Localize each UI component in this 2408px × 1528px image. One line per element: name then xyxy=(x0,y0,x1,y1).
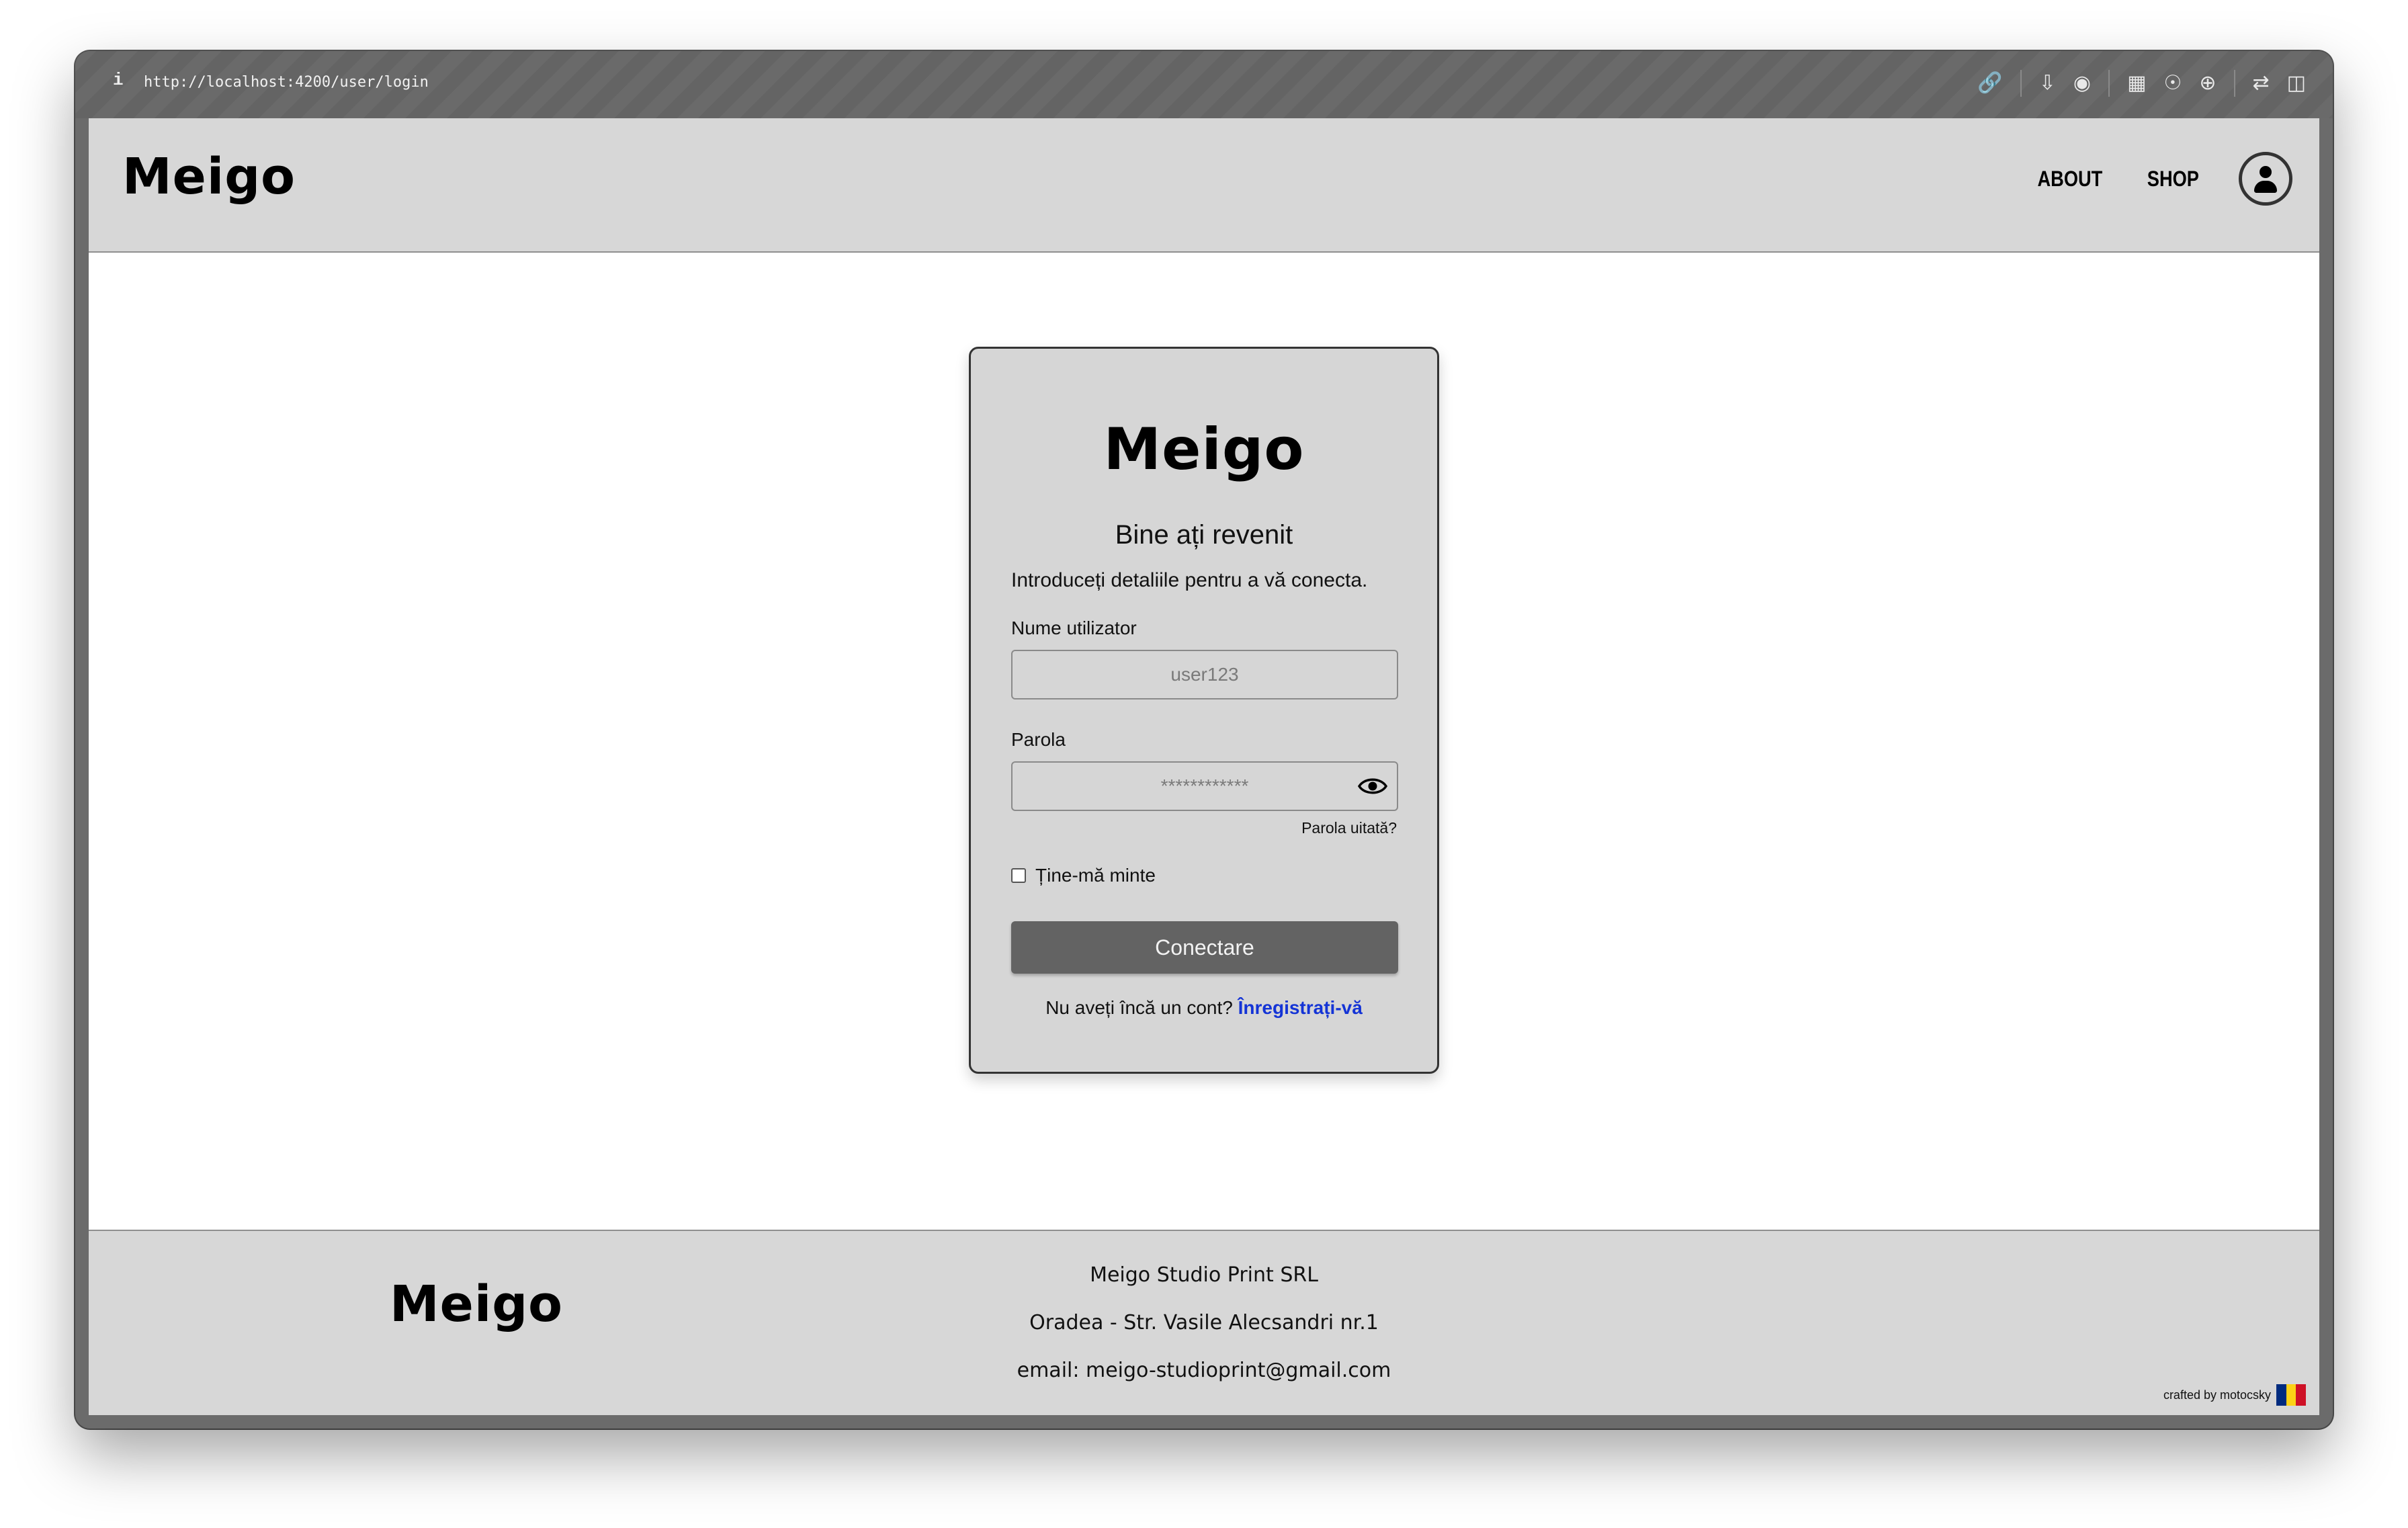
sidebar-icon[interactable]: ◫ xyxy=(2287,69,2306,98)
header-logo[interactable]: Meigo xyxy=(122,148,296,206)
signup-link[interactable]: Înregistrați-vă xyxy=(1238,997,1363,1018)
avatar-body xyxy=(2254,181,2277,193)
flag-stripe-red xyxy=(2296,1384,2307,1406)
footer-email: email: meigo-studioprint@gmail.com xyxy=(1017,1359,1391,1382)
signup-prompt: Nu aveți încă un cont? xyxy=(1045,997,1233,1018)
password-input[interactable] xyxy=(1011,761,1398,811)
extensions-icon[interactable]: ⇄ xyxy=(2253,69,2270,98)
remember-me: Ține-mă minte xyxy=(1011,865,1156,886)
main-nav: ABOUT SHOP xyxy=(2032,152,2292,206)
footer-address: Oradea - Str. Vasile Alecsandri nr.1 xyxy=(1029,1311,1379,1334)
terminal-icon[interactable]: ▦ xyxy=(2127,69,2146,98)
address-bar[interactable]: http://localhost:4200/user/login xyxy=(144,74,429,91)
forgot-password-link[interactable]: Parola uitată? xyxy=(1301,819,1397,837)
nav-about-link[interactable]: ABOUT xyxy=(2037,167,2102,192)
camera-icon[interactable]: ◉ xyxy=(2073,69,2091,98)
card-logo: Meigo xyxy=(1103,416,1305,483)
toolbar-divider xyxy=(2233,70,2235,97)
signup-row: Nu aveți încă un cont? Înregistrați-vă xyxy=(971,997,1437,1019)
romania-flag-icon xyxy=(2276,1384,2307,1406)
footer-contact: Meigo Studio Print SRL Oradea - Str. Vas… xyxy=(89,1263,2319,1406)
username-input[interactable] xyxy=(1011,650,1398,699)
download-icon[interactable]: ⇩ xyxy=(2039,69,2056,98)
flag-stripe-yellow xyxy=(2286,1384,2296,1406)
flag-stripe-blue xyxy=(2276,1384,2286,1406)
browser-tools: 🔗 ⇩ ◉ ▦ ☉ ⊕ ⇄ ◫ xyxy=(1977,69,2306,98)
toolbar-divider xyxy=(2108,70,2110,97)
remember-checkbox[interactable] xyxy=(1011,868,1026,883)
eye-icon[interactable] xyxy=(1358,773,1387,799)
page-viewport: Meigo ABOUT SHOP Meigo Bine ați revenit … xyxy=(89,118,2319,1415)
crosshair-icon[interactable]: ⊕ xyxy=(2199,69,2216,98)
remember-label[interactable]: Ține-mă minte xyxy=(1035,865,1156,886)
login-title: Bine ați revenit xyxy=(1115,520,1293,550)
link-icon[interactable]: 🔗 xyxy=(1977,69,2002,98)
crafted-by: crafted by motocsky xyxy=(2163,1384,2307,1406)
site-footer: Meigo Meigo Studio Print SRL Oradea - St… xyxy=(89,1230,2319,1415)
browser-window: i http://localhost:4200/user/login 🔗 ⇩ ◉… xyxy=(75,51,2333,1429)
password-label: Parola xyxy=(1011,729,1066,750)
footer-company: Meigo Studio Print SRL xyxy=(1090,1263,1318,1287)
password-field-wrapper xyxy=(1011,761,1398,811)
site-header: Meigo ABOUT SHOP xyxy=(89,118,2319,253)
browser-toolbar: i http://localhost:4200/user/login 🔗 ⇩ ◉… xyxy=(75,51,2333,118)
login-subtitle: Introduceți detaliile pentru a vă conect… xyxy=(1011,569,1368,591)
login-card: Meigo Bine ați revenit Introduceți detal… xyxy=(969,347,1439,1074)
globe-icon[interactable]: ☉ xyxy=(2163,69,2182,98)
toolbar-divider xyxy=(2020,70,2022,97)
crafted-by-text: crafted by motocsky xyxy=(2163,1388,2271,1402)
avatar-head xyxy=(2260,166,2272,178)
info-icon[interactable]: i xyxy=(113,70,124,90)
login-button[interactable]: Conectare xyxy=(1011,921,1398,974)
nav-shop-link[interactable]: SHOP xyxy=(2147,167,2199,192)
username-label: Nume utilizator xyxy=(1011,618,1137,638)
user-circle-icon[interactable] xyxy=(2239,152,2292,206)
